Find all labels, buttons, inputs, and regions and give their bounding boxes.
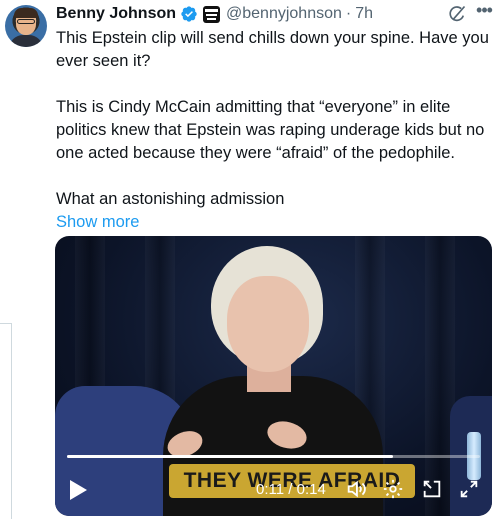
video-duration: 0:14 bbox=[296, 481, 326, 498]
picture-in-picture-icon[interactable] bbox=[421, 478, 443, 500]
show-more-link[interactable]: Show more bbox=[56, 211, 496, 234]
video-timecode: 0:11 / 0:14 bbox=[256, 478, 326, 502]
avatar[interactable] bbox=[5, 5, 47, 47]
grok-icon[interactable] bbox=[447, 4, 467, 24]
video-person-face bbox=[227, 276, 309, 372]
gear-icon[interactable] bbox=[382, 478, 404, 500]
video-progress-bar[interactable] bbox=[67, 455, 480, 458]
affiliate-badge-icon[interactable] bbox=[203, 5, 221, 23]
avatar-glasses bbox=[17, 19, 35, 24]
side-panel-edge bbox=[0, 323, 12, 519]
author-handle[interactable]: @bennyjohnson bbox=[226, 5, 342, 23]
volume-icon[interactable] bbox=[345, 478, 367, 500]
tweet: Benny Johnson @bennyjohnson · 7h ••• Thi… bbox=[0, 0, 500, 519]
video-current-time: 0:11 bbox=[256, 481, 285, 498]
separator-dot: · bbox=[345, 5, 352, 22]
tweet-paragraph-2: This is Cindy McCain admitting that “eve… bbox=[56, 98, 485, 162]
verified-badge-icon[interactable] bbox=[180, 5, 198, 23]
author-name[interactable]: Benny Johnson bbox=[56, 5, 176, 23]
avatar-hair bbox=[14, 8, 38, 18]
video-progress-fill bbox=[67, 455, 394, 458]
tweet-paragraph-1: This Epstein clip will send chills down … bbox=[56, 29, 489, 70]
tweet-time[interactable]: 7h bbox=[355, 5, 373, 23]
fullscreen-icon[interactable] bbox=[458, 478, 480, 500]
play-icon[interactable] bbox=[67, 478, 89, 502]
tweet-paragraph-3: What an astonishing admission bbox=[56, 190, 285, 208]
more-icon[interactable]: ••• bbox=[472, 1, 496, 23]
avatar-shirt bbox=[9, 35, 43, 47]
tweet-text: This Epstein clip will send chills down … bbox=[56, 27, 496, 234]
video-time-separator: / bbox=[288, 481, 293, 498]
tweet-header: Benny Johnson @bennyjohnson · 7h bbox=[56, 2, 373, 26]
video-control-bar: 0:11 / 0:14 bbox=[55, 472, 492, 512]
